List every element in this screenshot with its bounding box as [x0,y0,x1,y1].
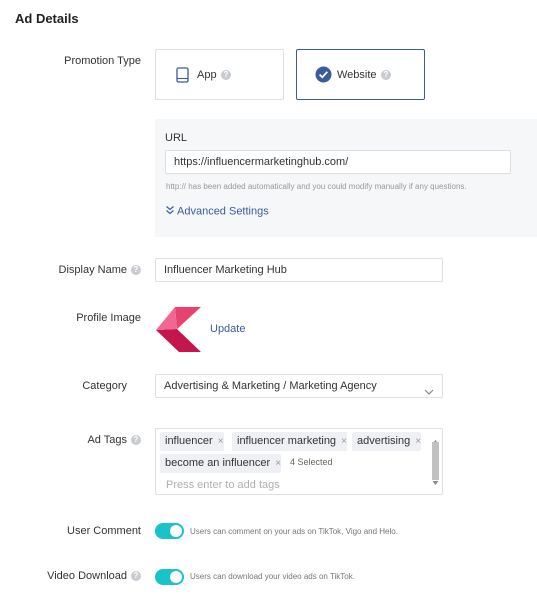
profile-image-label: Profile Image [76,312,141,324]
category-value: Advertising & Marketing / Marketing Agen… [164,380,377,392]
tags-scrollbar[interactable] [431,432,440,491]
user-comment-label: User Comment [67,525,141,537]
user-comment-toggle[interactable] [155,523,184,539]
scroll-down-icon[interactable] [432,473,439,491]
url-label: URL [165,132,188,144]
help-icon[interactable]: ? [381,70,391,80]
category-label: Category [82,380,127,392]
display-name-input[interactable]: Influencer Marketing Hub [155,258,443,282]
toggle-knob [170,525,182,537]
url-hint: http:// has been added automatically and… [166,182,467,191]
promotion-type-label: Promotion Type [64,55,141,67]
tags-placeholder[interactable]: Press enter to add tags [166,479,280,491]
display-name-label-text: Display Name [58,264,127,276]
close-icon[interactable]: × [341,436,347,447]
selected-count: 4 Selected [290,457,333,467]
video-download-toggle[interactable] [155,569,184,585]
update-profile-image-link[interactable]: Update [210,323,245,335]
url-panel: URL https://influencermarketinghub.com/ … [155,119,537,237]
tag-chip: become an influencer × [160,454,282,473]
advanced-settings-label: Advanced Settings [177,205,269,218]
tag-label: become an influencer [165,457,271,469]
close-icon[interactable]: × [415,436,421,447]
promotion-option-website[interactable]: Website ? [296,49,425,100]
tag-chip: influencer marketing × [232,432,347,451]
promotion-option-label: Website [337,69,377,81]
display-name-label: Display Name? [59,264,141,276]
video-download-label: Video Download? [47,570,141,582]
video-download-label-text: Video Download [47,570,127,582]
close-icon[interactable]: × [218,436,224,447]
tag-chip: advertising × [352,432,422,451]
promotion-option-label: App [197,69,217,81]
advanced-settings-link[interactable]: Advanced Settings [165,205,269,218]
tag-label: advertising [357,435,411,447]
ad-tags-label: Ad Tags? [87,434,141,446]
ad-tags-label-text: Ad Tags [87,434,127,446]
video-download-hint: Users can download your video ads on Tik… [190,572,355,581]
help-icon[interactable]: ? [131,571,141,582]
tag-chip: influencer × [160,432,224,451]
tag-label: influencer [165,435,213,447]
tablet-icon [176,67,189,88]
close-icon[interactable]: × [275,458,281,469]
section-title: Ad Details [15,11,79,26]
double-chevron-down-icon [165,205,175,218]
toggle-knob [170,571,182,583]
ad-tags-input[interactable]: influencer × influencer marketing × advert… [155,428,443,495]
chevron-down-icon [424,382,434,397]
help-icon[interactable]: ? [131,435,141,446]
tag-label: influencer marketing [237,435,337,447]
check-circle-icon [315,66,332,88]
user-comment-hint: Users can comment on your ads on TikTok,… [190,527,398,536]
url-input[interactable]: https://influencermarketinghub.com/ [165,150,511,174]
help-icon[interactable]: ? [221,70,231,80]
help-icon[interactable]: ? [131,265,141,276]
category-select[interactable]: Advertising & Marketing / Marketing Agen… [155,374,443,398]
promotion-option-app[interactable]: App ? [155,49,284,100]
profile-image-logo [155,306,202,358]
